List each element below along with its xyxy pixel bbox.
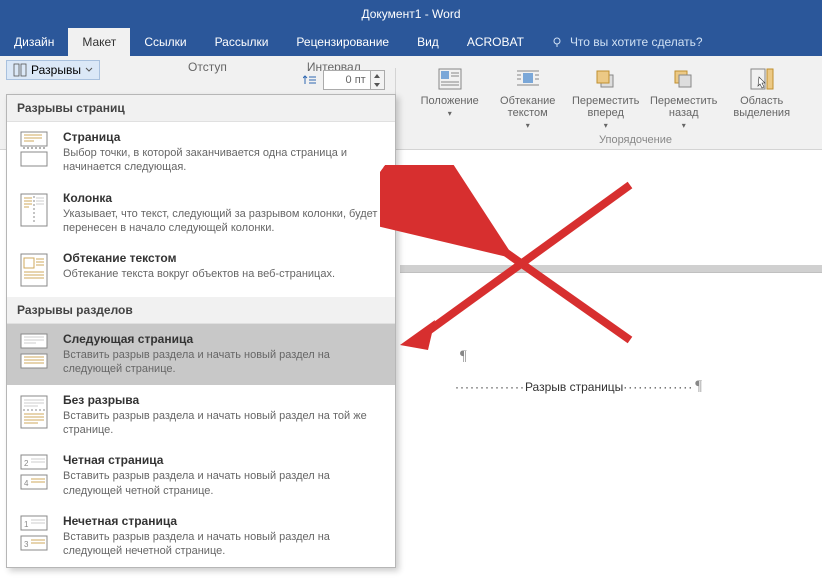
- page-breaks-header: Разрывы страниц: [7, 95, 395, 122]
- spacing-before-down[interactable]: [371, 80, 384, 89]
- send-backward-icon: [670, 66, 698, 92]
- chevron-down-icon: ▾: [682, 122, 686, 131]
- window-title: Документ1 - Word: [361, 7, 460, 21]
- page-break-indicator: ·············· Разрыв страницы ·········…: [455, 378, 702, 395]
- spacing-before-row: 0 пт: [301, 70, 385, 90]
- arrange-group-label: Упорядочение: [599, 134, 672, 146]
- svg-text:4: 4: [24, 479, 29, 488]
- section-odd-page-item[interactable]: 13 Нечетная страница Вставить разрыв раз…: [7, 506, 395, 567]
- title-bar: Документ1 - Word: [0, 0, 822, 28]
- section-breaks-header: Разрывы разделов: [7, 297, 395, 324]
- tab-layout[interactable]: Макет: [68, 28, 130, 56]
- break-column-item[interactable]: Колонка Указывает, что текст, следующий …: [7, 183, 395, 244]
- section-even-page-icon: 24: [17, 453, 51, 491]
- position-icon: [436, 66, 464, 92]
- svg-text:3: 3: [24, 540, 29, 549]
- section-odd-page-icon: 13: [17, 514, 51, 552]
- bring-forward-icon: [592, 66, 620, 92]
- tell-me-search[interactable]: Что вы хотите сделать?: [550, 28, 703, 56]
- chevron-down-icon: ▾: [448, 110, 452, 119]
- section-continuous-item[interactable]: Без разрыва Вставить разрыв раздела и на…: [7, 385, 395, 446]
- bring-forward-button[interactable]: Переместить вперед ▾: [570, 66, 642, 131]
- section-even-page-item[interactable]: 24 Четная страница Вставить разрыв разде…: [7, 445, 395, 506]
- breaks-dropdown-button[interactable]: Разрывы: [6, 60, 100, 80]
- break-column-icon: [17, 191, 51, 229]
- tab-links[interactable]: Ссылки: [130, 28, 200, 56]
- spacing-before-input[interactable]: 0 пт: [323, 70, 371, 90]
- bulb-icon: [550, 35, 564, 49]
- section-next-page-icon: [17, 332, 51, 370]
- tab-view[interactable]: Вид: [403, 28, 453, 56]
- break-text-wrap-icon: [17, 251, 51, 289]
- section-continuous-icon: [17, 393, 51, 431]
- spacing-before-icon: [301, 72, 319, 88]
- document-area[interactable]: ¶ ·············· Разрыв страницы ·······…: [400, 152, 822, 579]
- chevron-down-icon: ▾: [604, 122, 608, 131]
- tab-acrobat[interactable]: ACROBAT: [453, 28, 538, 56]
- paragraph-mark: ¶: [460, 348, 467, 365]
- position-button[interactable]: Положение ▾: [414, 66, 486, 119]
- breaks-dropdown-menu: Разрывы страниц Страница Выбор точки, в …: [6, 94, 396, 568]
- breaks-icon: [13, 63, 27, 77]
- send-backward-button[interactable]: Переместить назад ▾: [648, 66, 720, 131]
- svg-text:2: 2: [24, 459, 29, 468]
- chevron-down-icon: [85, 66, 93, 74]
- chevron-down-icon: ▾: [526, 122, 530, 131]
- ribbon-tabs: Дизайн Макет Ссылки Рассылки Рецензирова…: [0, 28, 822, 56]
- svg-text:1: 1: [24, 520, 29, 529]
- break-page-icon: [17, 130, 51, 168]
- spacing-before-up[interactable]: [371, 71, 384, 80]
- tab-mailings[interactable]: Рассылки: [201, 28, 283, 56]
- break-text-wrap-item[interactable]: Обтекание текстом Обтекание текста вокру…: [7, 243, 395, 297]
- wrap-text-button[interactable]: Обтекание текстом ▾: [492, 66, 564, 131]
- section-next-page-item[interactable]: Следующая страница Вставить разрыв разде…: [7, 324, 395, 385]
- tab-review[interactable]: Рецензирование: [282, 28, 403, 56]
- tab-design[interactable]: Дизайн: [0, 28, 68, 56]
- break-page-item[interactable]: Страница Выбор точки, в которой заканчив…: [7, 122, 395, 183]
- selection-pane-icon: [748, 66, 776, 92]
- page-2: [400, 272, 822, 462]
- page-gap: [400, 265, 822, 272]
- wrap-text-icon: [514, 66, 542, 92]
- selection-pane-button[interactable]: Область выделения: [726, 66, 798, 119]
